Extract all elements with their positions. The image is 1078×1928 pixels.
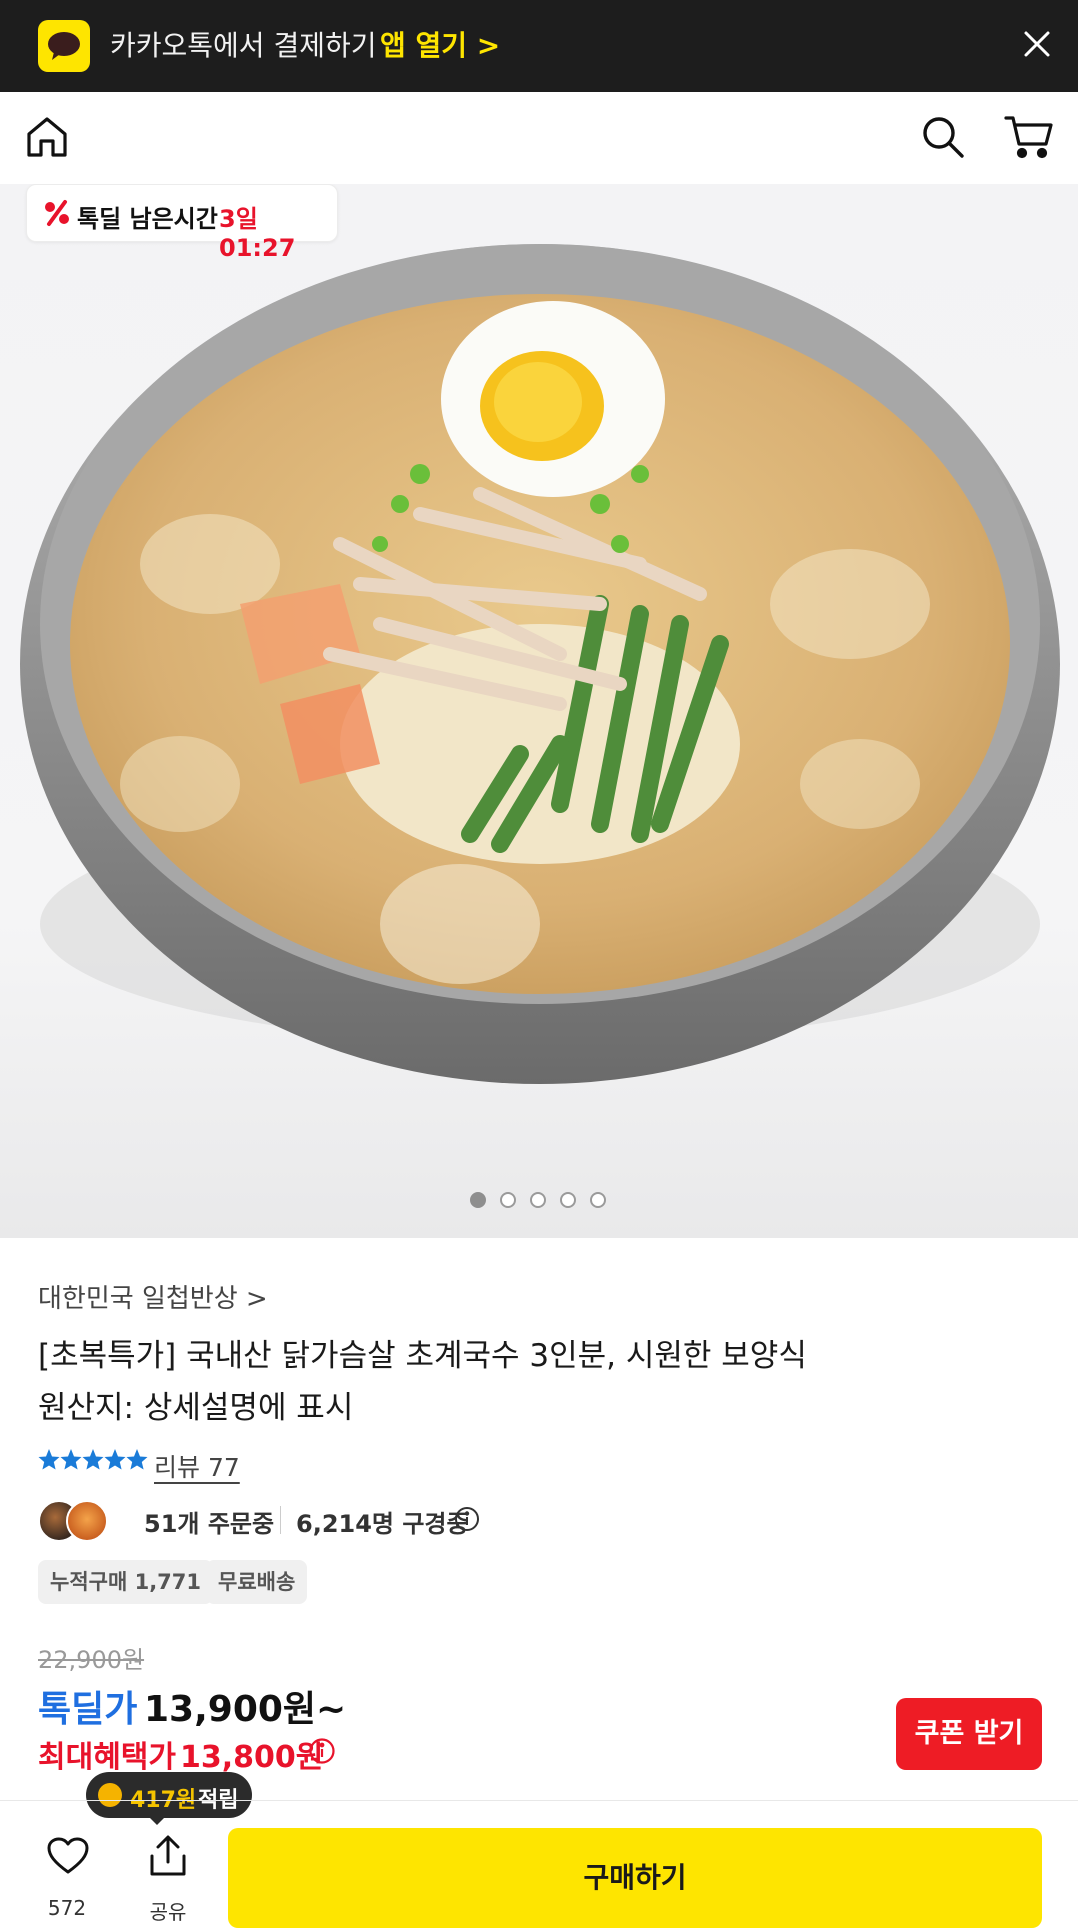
product-title-line: [초복특가] 국내산 닭가슴살 초계국수 3인분, 시원한 보양식 xyxy=(38,1338,807,1374)
kakaotalk-logo-icon xyxy=(38,20,90,72)
tag-cumulative-purchases: 누적구매 1,771 xyxy=(38,1560,214,1604)
original-price: 22,900원 xyxy=(38,1646,145,1674)
deal-price-label: 톡딜가 xyxy=(38,1689,138,1730)
carousel-pagination xyxy=(470,1192,610,1214)
info-icon[interactable] xyxy=(308,1737,336,1769)
reward-amount: 417원 xyxy=(130,1788,197,1813)
avatar xyxy=(66,1500,108,1542)
rating-stars xyxy=(38,1448,148,1478)
max-benefit-label: 최대혜택가 xyxy=(38,1740,176,1775)
viewers-count: 6,214명 구경중 xyxy=(296,1510,469,1538)
orders-count: 51개 주문중 xyxy=(144,1510,275,1538)
reward-points-tooltip: 417원 적립 xyxy=(86,1772,252,1825)
info-icon[interactable] xyxy=(454,1506,480,1536)
deal-timer-chip: 톡딜 남은시간 3일 01:27 xyxy=(26,184,338,262)
home-icon[interactable] xyxy=(24,114,70,164)
buyer-avatars xyxy=(38,1500,118,1542)
get-coupon-button[interactable]: 쿠폰 받기 xyxy=(896,1698,1042,1770)
product-photo-noodle-bowl xyxy=(20,244,1060,1084)
product-origin-line: 원산지: 상세설명에 표시 xyxy=(38,1390,354,1426)
carousel-dot[interactable] xyxy=(500,1192,516,1208)
kakao-app-banner: 카카오톡에서 결제하기 앱 열기 > xyxy=(0,0,1078,92)
heart-icon[interactable] xyxy=(46,1836,90,1880)
buy-button[interactable]: 구매하기 xyxy=(228,1828,1042,1928)
coin-icon xyxy=(98,1783,122,1807)
review-link[interactable]: 리뷰 77 xyxy=(154,1448,240,1484)
divider xyxy=(280,1506,281,1534)
header xyxy=(0,92,1078,185)
carousel-dot[interactable] xyxy=(530,1192,546,1208)
tag-free-shipping: 무료배송 xyxy=(206,1560,308,1604)
banner-message: 카카오톡에서 결제하기 xyxy=(110,29,377,62)
deal-timer-label: 톡딜 남은시간 xyxy=(77,205,218,233)
max-benefit-price: 13,800원 xyxy=(180,1740,324,1775)
seller-link[interactable]: 대한민국 일첩반상 > xyxy=(38,1278,268,1315)
share-icon[interactable] xyxy=(148,1834,188,1882)
carousel-dot[interactable] xyxy=(560,1192,576,1208)
share-label: 공유 xyxy=(149,1900,187,1924)
reward-text: 적립 xyxy=(198,1788,239,1813)
cart-icon[interactable] xyxy=(1004,114,1054,164)
product-image-carousel[interactable]: 톡딜 남은시간 3일 01:27 xyxy=(0,184,1078,1238)
carousel-dot[interactable] xyxy=(590,1192,606,1208)
close-icon[interactable] xyxy=(1020,27,1054,65)
open-app-link[interactable]: 앱 열기 > xyxy=(380,24,500,64)
product-title: [초복특가] 국내산 닭가슴살 초계국수 3인분, 시원한 보양식 원산지: 상… xyxy=(38,1330,1038,1434)
tooltip-tail xyxy=(148,1816,166,1825)
like-count: 572 xyxy=(47,1896,87,1920)
carousel-dot[interactable] xyxy=(470,1192,486,1208)
deal-price: 13,900원~ xyxy=(144,1689,347,1730)
search-icon[interactable] xyxy=(920,114,966,164)
deal-timer-time: 3일 01:27 xyxy=(219,205,296,262)
divider xyxy=(0,1800,1078,1801)
